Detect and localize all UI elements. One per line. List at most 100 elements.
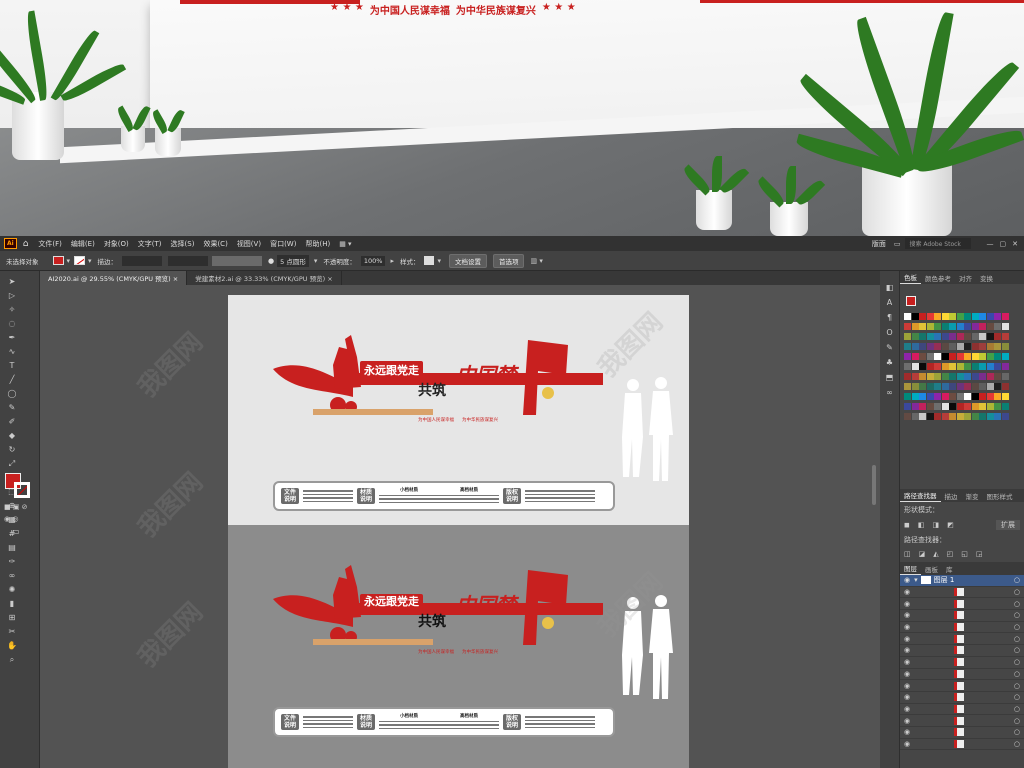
- swatch-chip[interactable]: [934, 413, 941, 420]
- swatch-chip[interactable]: [919, 413, 926, 420]
- swatch-chip[interactable]: [1001, 403, 1009, 410]
- swatch-chip[interactable]: [1001, 393, 1009, 400]
- swatch-chip[interactable]: [926, 363, 934, 370]
- visibility-eye-icon[interactable]: ◉: [904, 658, 910, 666]
- stock-search-input[interactable]: 搜索 Adobe Stock: [904, 238, 971, 249]
- swatch-grid[interactable]: [904, 313, 1012, 433]
- swatch-chip[interactable]: [964, 373, 971, 380]
- swatch-chip[interactable]: [986, 363, 994, 370]
- stroke-swatch[interactable]: [74, 256, 86, 265]
- swatch-chip[interactable]: [1001, 353, 1009, 360]
- arrange-icon[interactable]: ▦ ▾: [339, 240, 351, 248]
- eyedropper-icon[interactable]: ✑: [6, 557, 18, 567]
- paintbrush-tool-icon[interactable]: ✎: [6, 403, 18, 413]
- swatch-chip[interactable]: [1001, 383, 1009, 390]
- swatch-chip[interactable]: [964, 393, 971, 400]
- swatch-chip[interactable]: [934, 313, 941, 320]
- swatch-chip[interactable]: [904, 323, 911, 330]
- brush-icon[interactable]: ✎: [886, 343, 893, 352]
- menu-help[interactable]: 帮助(H): [305, 239, 330, 249]
- swatch-chip[interactable]: [904, 313, 911, 320]
- tab-layers[interactable]: 图层: [900, 562, 921, 575]
- tab-stroke[interactable]: 描边: [941, 490, 962, 502]
- swatch-chip[interactable]: [956, 363, 964, 370]
- swatch-chip[interactable]: [964, 333, 971, 340]
- swatch-chip[interactable]: [1001, 313, 1009, 320]
- swatch-chip[interactable]: [919, 393, 926, 400]
- target-icon[interactable]: ○: [1014, 728, 1020, 736]
- swatch-chip[interactable]: [956, 383, 964, 390]
- intersect-icon[interactable]: ◨: [932, 521, 939, 529]
- color-mode-icons[interactable]: ■ ▣ ⊘: [4, 503, 28, 511]
- swatch-chip[interactable]: [911, 313, 919, 320]
- swatch-chip[interactable]: [1001, 343, 1009, 350]
- swatch-chip[interactable]: [941, 343, 949, 350]
- menu-effect[interactable]: 效果(C): [203, 239, 227, 249]
- pen-tool-icon[interactable]: ✒: [6, 333, 18, 343]
- menu-select[interactable]: 选择(S): [171, 239, 195, 249]
- swatch-chip[interactable]: [911, 363, 919, 370]
- swatch-chip[interactable]: [971, 313, 979, 320]
- shaper-tool-icon[interactable]: ✐: [6, 417, 18, 427]
- swatch-chip[interactable]: [919, 363, 926, 370]
- target-icon[interactable]: ○: [1014, 670, 1020, 678]
- swatch-chip[interactable]: [956, 313, 964, 320]
- swatch-chip[interactable]: [986, 373, 994, 380]
- layer-name[interactable]: 图层 1: [934, 575, 955, 585]
- target-icon[interactable]: ○: [1014, 576, 1020, 584]
- exclude-icon[interactable]: ◩: [947, 521, 954, 529]
- menu-view[interactable]: 视图(V): [237, 239, 261, 249]
- scale-tool-icon[interactable]: ⤢: [6, 459, 18, 469]
- minus-back-icon[interactable]: ◲: [976, 550, 983, 558]
- swatch-chip[interactable]: [994, 333, 1001, 340]
- layer-sublayer-row[interactable]: ◉ ○: [900, 622, 1024, 634]
- swatch-chip[interactable]: [919, 333, 926, 340]
- menu-edit[interactable]: 编辑(E): [71, 239, 95, 249]
- swatch-chip[interactable]: [979, 383, 986, 390]
- tab-libraries[interactable]: 库: [942, 563, 957, 575]
- swatch-chip[interactable]: [949, 383, 956, 390]
- preferences-button[interactable]: 首选项: [492, 253, 525, 268]
- layer-sublayer-row[interactable]: ◉ ○: [900, 680, 1024, 692]
- stroke-dropdown-icon[interactable]: ▾: [88, 257, 92, 265]
- swatch-chip[interactable]: [986, 323, 994, 330]
- visibility-eye-icon[interactable]: ◉: [904, 693, 910, 701]
- layer-sublayer-row[interactable]: ◉ ○: [900, 669, 1024, 681]
- swatch-chip[interactable]: [971, 373, 979, 380]
- swatch-chip[interactable]: [941, 313, 949, 320]
- swatch-chip[interactable]: [919, 323, 926, 330]
- canvas-area[interactable]: 永远跟党走 共筑 中国梦 为中国人民谋幸福 为中华民族谋复兴 文件说明 材质说明…: [40, 285, 880, 768]
- tab-close-icon[interactable]: ×: [173, 275, 178, 283]
- swatch-chip[interactable]: [994, 363, 1001, 370]
- menu-window[interactable]: 窗口(W): [270, 239, 296, 249]
- paragraph-icon[interactable]: ¶: [887, 313, 892, 322]
- canvas-scrollbar[interactable]: [872, 465, 876, 505]
- lasso-icon[interactable]: ◌: [6, 319, 18, 329]
- layer-sublayer-row[interactable]: ◉ ○: [900, 692, 1024, 704]
- visibility-eye-icon[interactable]: ◉: [904, 611, 910, 619]
- swatch-chip[interactable]: [926, 353, 934, 360]
- visibility-eye-icon[interactable]: ◉: [904, 705, 910, 713]
- artboard-1[interactable]: 永远跟党走 共筑 中国梦 为中国人民谋幸福 为中华民族谋复兴 文件说明 材质说明…: [228, 295, 689, 525]
- visibility-eye-icon[interactable]: ◉: [904, 600, 910, 608]
- swatch-chip[interactable]: [994, 393, 1001, 400]
- swatch-chip[interactable]: [949, 313, 956, 320]
- swatch-chip[interactable]: [919, 373, 926, 380]
- swatch-chip[interactable]: [971, 363, 979, 370]
- swatch-chip[interactable]: [994, 313, 1001, 320]
- symbol-icon[interactable]: ♣: [886, 358, 893, 367]
- layer-sublayer-row[interactable]: ◉ ○: [900, 715, 1024, 727]
- arrange-docs-icon[interactable]: ▥ ▾: [530, 257, 542, 265]
- layer-sublayer-row[interactable]: ◉ ○: [900, 598, 1024, 611]
- swatch-chip[interactable]: [934, 343, 941, 350]
- brush-dropdown-icon[interactable]: ▾: [314, 257, 318, 265]
- opacity-dropdown-icon[interactable]: ▸: [390, 257, 394, 265]
- swatch-chip[interactable]: [949, 393, 956, 400]
- swatch-chip[interactable]: [994, 353, 1001, 360]
- target-icon[interactable]: ○: [1014, 717, 1020, 725]
- swatch-chip[interactable]: [986, 353, 994, 360]
- swatch-chip[interactable]: [911, 323, 919, 330]
- swatch-chip[interactable]: [911, 353, 919, 360]
- menu-object[interactable]: 对象(O): [104, 239, 129, 249]
- menu-file[interactable]: 文件(F): [38, 239, 62, 249]
